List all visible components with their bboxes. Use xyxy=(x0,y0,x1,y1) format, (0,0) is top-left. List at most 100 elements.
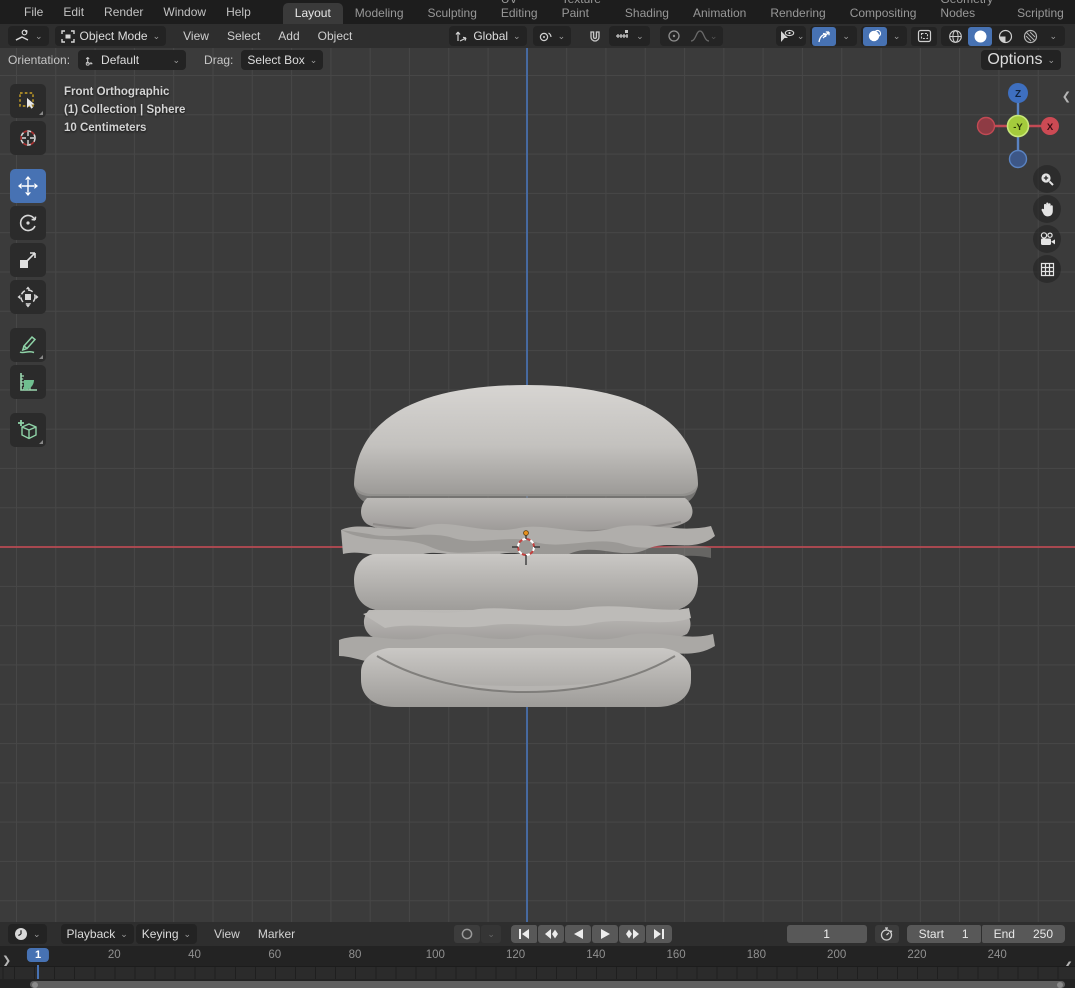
solid-sphere-icon xyxy=(974,30,987,42)
proportional-falloff-dropdown[interactable]: ⌄ xyxy=(687,27,721,46)
tool-measure[interactable] xyxy=(10,365,46,399)
gizmo-toggle[interactable] xyxy=(812,26,837,46)
viewport-3d[interactable]: Orientation: Default ⌄ Drag: Select Box … xyxy=(0,48,1075,922)
tab-sculpting[interactable]: Sculpting xyxy=(416,3,489,24)
shading-material-toggle[interactable] xyxy=(993,27,1017,46)
timeline-editor-type-selector[interactable]: ⌄ xyxy=(8,924,47,944)
tool-scale[interactable] xyxy=(10,243,46,277)
shading-wireframe-toggle[interactable] xyxy=(943,27,967,46)
gizmo-axis-x-neg[interactable] xyxy=(976,116,996,136)
tab-layout[interactable]: Layout xyxy=(282,3,343,24)
tool-cursor[interactable] xyxy=(10,121,46,155)
transport-controls xyxy=(511,925,673,943)
menu-file[interactable]: File xyxy=(14,0,53,24)
drag-mode-value: Select Box xyxy=(247,53,305,67)
tool-move[interactable] xyxy=(10,169,46,203)
playback-dropdown[interactable]: Playback ⌄ xyxy=(60,924,134,944)
hand-icon xyxy=(1041,202,1053,217)
menu-view[interactable]: View xyxy=(174,29,218,43)
playhead-marker[interactable]: 1 xyxy=(26,948,50,962)
timeline-menu-marker[interactable]: Marker xyxy=(249,927,304,941)
play-button[interactable] xyxy=(592,925,619,943)
menu-edit[interactable]: Edit xyxy=(53,0,94,24)
snap-increment-icon xyxy=(616,30,629,38)
ortho-toggle-button[interactable] xyxy=(1033,255,1061,283)
tab-animation[interactable]: Animation xyxy=(681,3,758,24)
xray-icon xyxy=(917,29,932,43)
options-dropdown[interactable]: Options ⌄ xyxy=(981,50,1061,70)
tool-transform[interactable] xyxy=(10,280,46,314)
tool-select-box[interactable] xyxy=(10,84,46,118)
tab-uv-editing[interactable]: UV Editing xyxy=(489,0,550,24)
tab-texture-paint[interactable]: Texture Paint xyxy=(550,0,613,24)
tool-annotate[interactable] xyxy=(10,328,46,362)
tab-rendering[interactable]: Rendering xyxy=(758,3,837,24)
menu-object[interactable]: Object xyxy=(309,29,362,43)
tab-modeling[interactable]: Modeling xyxy=(343,3,416,24)
gizmo-arrow-icon xyxy=(818,30,830,42)
sidebar-collapse-arrow[interactable]: ❮ xyxy=(1062,90,1071,103)
transform-orientation-dropdown[interactable]: Global ⌄ xyxy=(449,26,527,46)
proportional-edit-toggle[interactable] xyxy=(662,27,686,46)
shading-mode-group: ⌄ xyxy=(941,26,1065,46)
chevron-down-icon[interactable]: ⌄ xyxy=(837,31,855,42)
timeline-menu-view[interactable]: View xyxy=(205,927,249,941)
auto-keying-toggle[interactable] xyxy=(454,925,481,943)
pivot-point-dropdown[interactable]: ⌄ xyxy=(532,26,572,46)
prev-keyframe-button[interactable] xyxy=(538,925,565,943)
keying-dropdown[interactable]: Keying ⌄ xyxy=(135,924,198,944)
scale-label: 10 Centimeters xyxy=(64,122,147,134)
use-preview-range-toggle[interactable] xyxy=(874,925,899,943)
tab-scripting[interactable]: Scripting xyxy=(1005,3,1075,24)
chevron-down-icon: ⌄ xyxy=(796,30,805,41)
zoom-button[interactable] xyxy=(1033,165,1061,193)
tab-compositing[interactable]: Compositing xyxy=(838,3,929,24)
snap-toggle[interactable] xyxy=(583,27,607,46)
tool-rotate[interactable] xyxy=(10,206,46,240)
navigation-gizmo[interactable]: Z X -Y xyxy=(975,81,1061,177)
drag-mode-dropdown[interactable]: Select Box ⌄ xyxy=(241,50,324,70)
drag-orientation-dropdown[interactable]: Default ⌄ xyxy=(78,50,187,70)
shading-rendered-toggle[interactable] xyxy=(1018,27,1042,46)
jump-to-start-button[interactable] xyxy=(511,925,538,943)
pan-button[interactable] xyxy=(1033,195,1061,223)
chevron-down-icon[interactable]: ⌄ xyxy=(888,31,906,42)
grid-icon xyxy=(1040,262,1054,276)
jump-to-end-button[interactable] xyxy=(646,925,673,943)
auto-keying-dropdown[interactable]: ⌄ xyxy=(481,925,502,943)
chevron-down-icon: ⌄ xyxy=(487,928,495,939)
mode-dropdown[interactable]: Object Mode ⌄ xyxy=(54,26,167,46)
menu-window[interactable]: Window xyxy=(153,0,216,24)
play-reverse-button[interactable] xyxy=(565,925,592,943)
menu-select[interactable]: Select xyxy=(218,29,269,43)
chevron-down-icon[interactable]: ⌄ xyxy=(1043,31,1063,42)
tool-add-cube[interactable] xyxy=(10,413,46,447)
timeline-ruler[interactable]: ❯ ❮ 20406080100120140160180200220240 1 xyxy=(0,946,1075,988)
menu-help[interactable]: Help xyxy=(216,0,261,24)
chevron-down-icon: ⌄ xyxy=(309,54,318,65)
snap-target-dropdown[interactable]: ⌄ xyxy=(609,26,650,46)
show-gizmo-visibility[interactable]: ⌄ xyxy=(775,26,807,46)
tab-geometry-nodes[interactable]: Geometry Nodes xyxy=(928,0,1005,24)
editor-type-selector[interactable]: ⌄ xyxy=(8,26,49,46)
drag-label: Drag: xyxy=(204,53,234,67)
tool-settings-row: Orientation: Default ⌄ Drag: Select Box … xyxy=(8,50,324,70)
ruler-tick-label: 200 xyxy=(827,949,847,961)
workspace-tabs: Layout Modeling Sculpting UV Editing Tex… xyxy=(282,0,1075,24)
ruler-tick-label: 180 xyxy=(746,949,766,961)
xray-toggle[interactable] xyxy=(911,26,938,46)
shading-solid-toggle[interactable] xyxy=(968,26,993,46)
end-frame-field[interactable]: End 250 xyxy=(981,925,1065,943)
timeline-scrollbar[interactable] xyxy=(30,981,1065,988)
tab-shading[interactable]: Shading xyxy=(613,3,681,24)
svg-text:Z: Z xyxy=(1015,89,1021,100)
menu-render[interactable]: Render xyxy=(94,0,153,24)
ruler-tick-label: 240 xyxy=(987,949,1007,961)
next-keyframe-button[interactable] xyxy=(619,925,646,943)
overlays-toggle[interactable] xyxy=(862,26,887,46)
start-frame-field[interactable]: Start 1 xyxy=(906,925,981,943)
current-frame-field[interactable]: 1 xyxy=(786,925,867,943)
gizmo-axis-z-neg[interactable] xyxy=(1008,149,1028,169)
menu-add[interactable]: Add xyxy=(269,29,308,43)
camera-view-button[interactable] xyxy=(1033,225,1061,253)
